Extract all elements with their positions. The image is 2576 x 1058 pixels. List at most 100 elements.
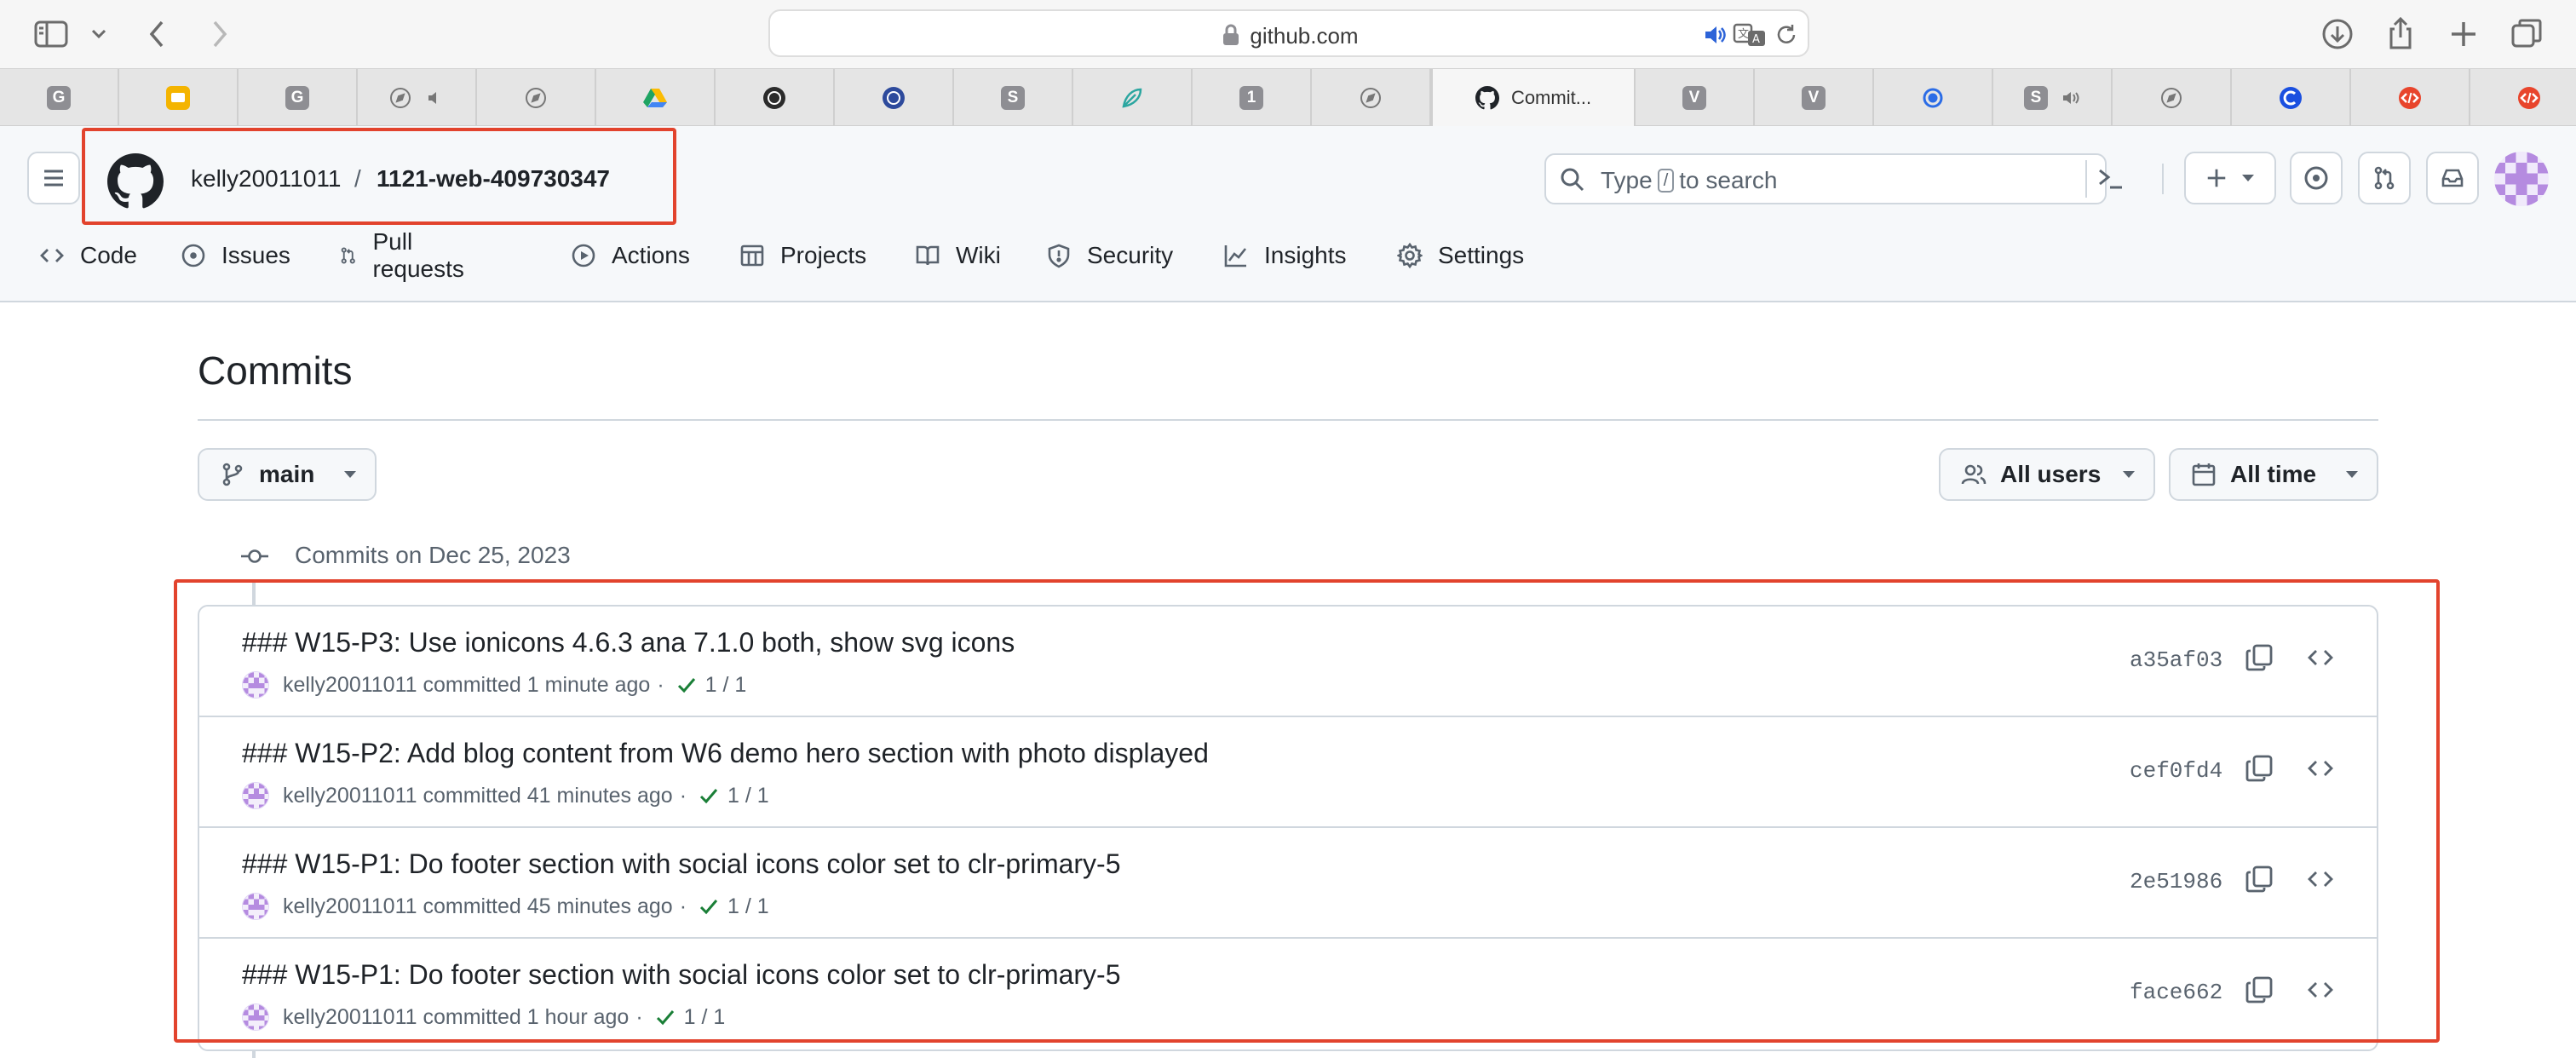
browser-tab[interactable] bbox=[1073, 69, 1193, 126]
author-avatar[interactable] bbox=[242, 893, 269, 920]
tab-projects[interactable]: Projects bbox=[739, 230, 866, 281]
download-icon[interactable] bbox=[2319, 15, 2356, 53]
copy-icon[interactable] bbox=[2244, 975, 2274, 1005]
browser-tab[interactable] bbox=[596, 69, 716, 126]
check-count[interactable]: 1 / 1 bbox=[684, 1005, 726, 1030]
commit-message-link[interactable]: ### W15-P1: Do footer section with socia… bbox=[242, 848, 1121, 880]
browser-tab[interactable] bbox=[2232, 69, 2351, 126]
search-input[interactable]: Type / to search bbox=[1544, 153, 2107, 204]
check-icon[interactable] bbox=[697, 784, 721, 808]
author-avatar[interactable] bbox=[242, 782, 269, 809]
commit-author-link[interactable]: kelly20011011 bbox=[283, 784, 417, 808]
github-logo-icon[interactable] bbox=[107, 153, 164, 210]
browser-tab[interactable]: G bbox=[0, 69, 119, 126]
browser-tab[interactable] bbox=[2351, 69, 2470, 126]
browse-code-icon[interactable] bbox=[2305, 975, 2336, 1005]
browser-tab[interactable] bbox=[2113, 69, 2232, 126]
commit-time: 41 minutes ago bbox=[526, 783, 673, 808]
author-avatar[interactable] bbox=[242, 671, 269, 699]
translate-icon[interactable]: 文A bbox=[1733, 22, 1767, 48]
browser-tab[interactable] bbox=[835, 69, 954, 126]
share-icon[interactable] bbox=[2382, 15, 2419, 53]
commit-message-link[interactable]: ### W15-P1: Do footer section with socia… bbox=[242, 959, 1121, 991]
chevron-down-icon[interactable] bbox=[89, 15, 109, 53]
back-icon[interactable] bbox=[140, 15, 177, 53]
speaker-icon[interactable] bbox=[425, 89, 444, 107]
tab-wiki[interactable]: Wiki bbox=[915, 230, 1001, 281]
commit-sha-link[interactable]: cef0fd4 bbox=[2130, 758, 2222, 784]
check-icon[interactable] bbox=[653, 1005, 677, 1029]
inbox-button[interactable] bbox=[2426, 152, 2479, 204]
breadcrumb-separator: / bbox=[354, 165, 361, 192]
browser-tab[interactable]: 1 bbox=[1193, 69, 1312, 126]
commit-sha-link[interactable]: a35af03 bbox=[2130, 647, 2222, 673]
tab-insights[interactable]: Insights bbox=[1223, 230, 1347, 281]
commit-sha-link[interactable]: face662 bbox=[2130, 980, 2222, 1005]
browser-tab[interactable] bbox=[358, 69, 477, 126]
new-tab-icon[interactable] bbox=[2445, 15, 2482, 53]
slides-icon bbox=[166, 85, 190, 110]
caret-down-icon bbox=[2346, 471, 2358, 478]
code-favicon-icon bbox=[2518, 86, 2540, 109]
browse-code-icon[interactable] bbox=[2305, 864, 2336, 894]
time-filter-button[interactable]: All time bbox=[2169, 448, 2378, 501]
branch-select-button[interactable]: main bbox=[198, 448, 377, 501]
browser-tab[interactable]: S bbox=[1993, 69, 2113, 126]
browser-tab[interactable]: V bbox=[1636, 69, 1755, 126]
speaker-icon[interactable] bbox=[2061, 89, 2080, 107]
browser-tab[interactable] bbox=[2470, 69, 2576, 126]
browse-code-icon[interactable] bbox=[2305, 642, 2336, 673]
commit-message-link[interactable]: ### W15-P3: Use ionicons 4.6.3 ana 7.1.0… bbox=[242, 627, 1015, 658]
commit-sha-link[interactable]: 2e51986 bbox=[2130, 869, 2222, 894]
copy-icon[interactable] bbox=[2244, 864, 2274, 894]
tab-code[interactable]: Code bbox=[39, 230, 137, 281]
copy-icon[interactable] bbox=[2244, 642, 2274, 673]
browser-tab[interactable] bbox=[477, 69, 596, 126]
forward-icon[interactable] bbox=[199, 15, 237, 53]
browser-tab[interactable]: V bbox=[1755, 69, 1874, 126]
tab-issues[interactable]: Issues bbox=[181, 230, 290, 281]
caret-down-icon bbox=[2242, 175, 2254, 181]
sidebar-toggle-icon[interactable] bbox=[32, 15, 70, 53]
tab-pull-requests[interactable]: Pull requests bbox=[339, 228, 471, 282]
check-icon[interactable] bbox=[697, 894, 721, 918]
commit-author-link[interactable]: kelly20011011 bbox=[283, 894, 417, 919]
tab-actions[interactable]: Actions bbox=[571, 230, 690, 281]
tab-security[interactable]: Security bbox=[1046, 230, 1173, 281]
url-text: github.com bbox=[1250, 23, 1359, 49]
repo-owner-link[interactable]: kelly20011011 bbox=[191, 165, 341, 193]
check-count[interactable]: 1 / 1 bbox=[727, 784, 769, 808]
create-new-button[interactable] bbox=[2184, 152, 2276, 204]
repo-name-link[interactable]: 1121-web-409730347 bbox=[377, 165, 610, 193]
check-icon[interactable] bbox=[675, 673, 699, 697]
tab-overview-icon[interactable] bbox=[2508, 15, 2545, 53]
reload-icon[interactable] bbox=[1774, 22, 1799, 48]
hamburger-menu-button[interactable] bbox=[27, 152, 80, 204]
commit-message-link[interactable]: ### W15-P2: Add blog content from W6 dem… bbox=[242, 738, 1209, 769]
browser-tab[interactable] bbox=[1312, 69, 1431, 126]
browser-tab[interactable]: G bbox=[239, 69, 358, 126]
commit-list: ### W15-P3: Use ionicons 4.6.3 ana 7.1.0… bbox=[198, 605, 2378, 1051]
copy-icon[interactable] bbox=[2244, 753, 2274, 784]
commit-row: ### W15-P3: Use ionicons 4.6.3 ana 7.1.0… bbox=[199, 607, 2377, 717]
check-count[interactable]: 1 / 1 bbox=[705, 673, 747, 698]
browser-tab[interactable] bbox=[119, 69, 239, 126]
command-palette-icon[interactable] bbox=[2097, 167, 2125, 191]
browser-tab[interactable] bbox=[1874, 69, 1993, 126]
user-avatar[interactable] bbox=[2494, 152, 2549, 206]
commit-author-link[interactable]: kelly20011011 bbox=[283, 673, 417, 698]
browser-tab[interactable]: S bbox=[954, 69, 1073, 126]
tab-settings[interactable]: Settings bbox=[1397, 230, 1524, 281]
check-count[interactable]: 1 / 1 bbox=[727, 894, 769, 919]
pull-requests-button[interactable] bbox=[2358, 152, 2411, 204]
browser-tab[interactable] bbox=[716, 69, 835, 126]
address-bar[interactable]: github.com 文A bbox=[768, 9, 1809, 57]
browser-tab[interactable]: Commit... bbox=[1431, 69, 1636, 126]
issues-button[interactable] bbox=[2290, 152, 2343, 204]
speaker-icon[interactable] bbox=[1702, 22, 1728, 48]
tab-settings-label: Settings bbox=[1438, 242, 1525, 268]
author-avatar[interactable] bbox=[242, 1003, 269, 1031]
browse-code-icon[interactable] bbox=[2305, 753, 2336, 784]
users-filter-button[interactable]: All users bbox=[1939, 448, 2155, 501]
commit-author-link[interactable]: kelly20011011 bbox=[283, 1005, 417, 1030]
